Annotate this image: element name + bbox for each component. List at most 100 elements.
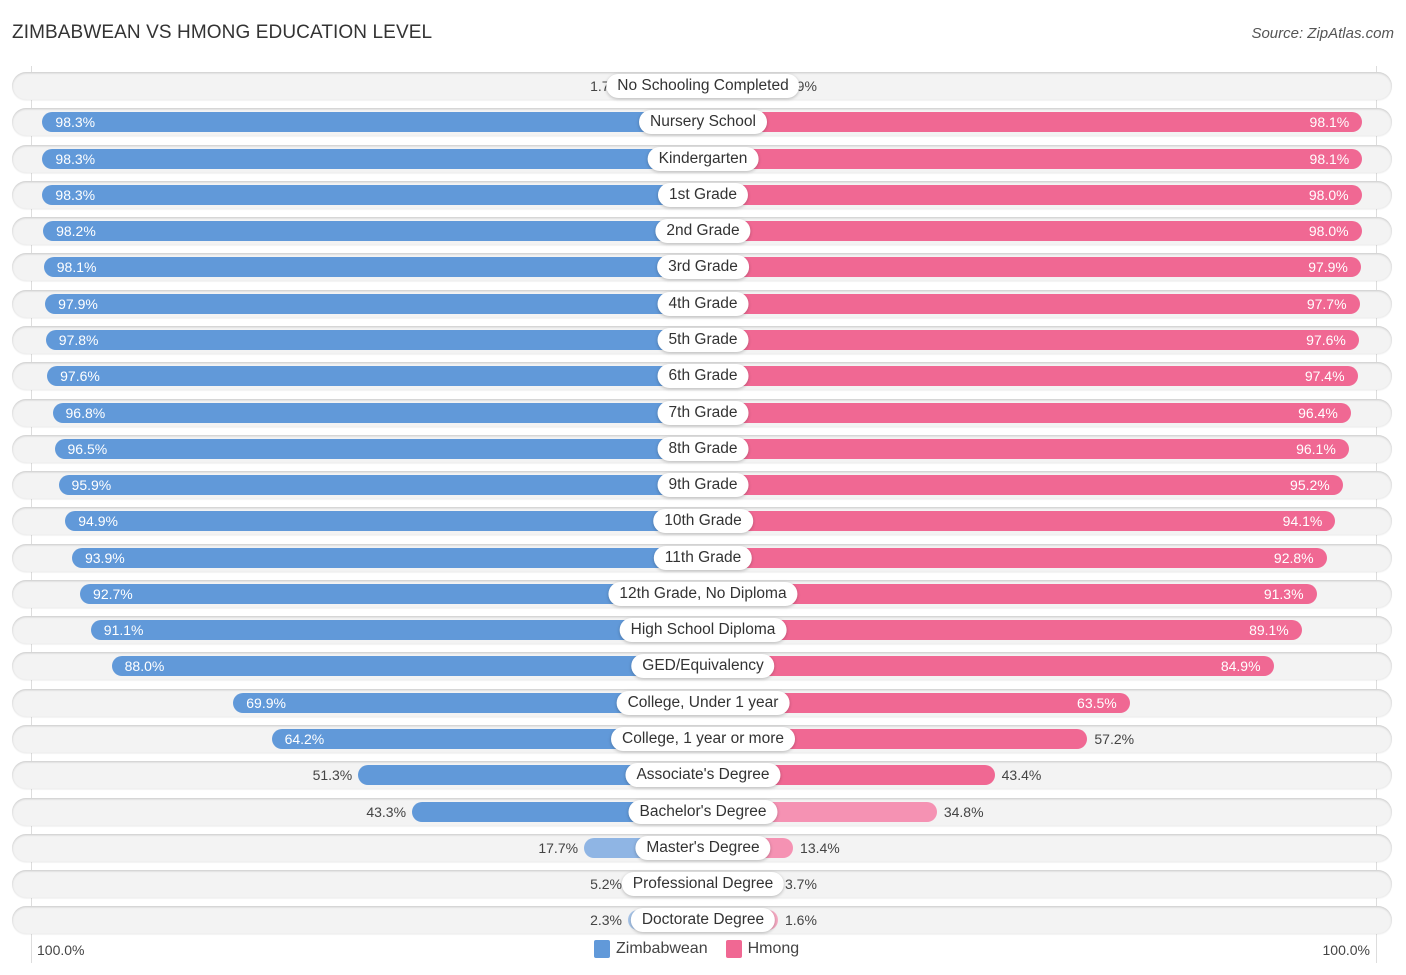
bar-hmong[interactable]: [703, 438, 1349, 459]
category-label: College, 1 year or more: [611, 727, 795, 752]
bar-zimbabwean[interactable]: [58, 475, 703, 496]
value-label-zimbabwean: 43.3%: [366, 803, 407, 820]
value-label-hmong: 43.4%: [1001, 767, 1042, 784]
value-label-zimbabwean: 2.3%: [590, 912, 622, 929]
category-label: 9th Grade: [657, 473, 749, 498]
bar-hmong[interactable]: [703, 257, 1361, 278]
category-label: 3rd Grade: [657, 255, 749, 280]
category-label: 10th Grade: [653, 509, 753, 534]
value-label-zimbabwean: 98.2%: [56, 223, 96, 240]
bar-zimbabwean[interactable]: [52, 402, 703, 423]
category-label: 6th Grade: [657, 364, 749, 389]
bar-zimbabwean[interactable]: [65, 511, 703, 532]
category-label: Doctorate Degree: [630, 908, 776, 933]
category-label: 8th Grade: [657, 436, 749, 461]
value-label-hmong: 97.9%: [1308, 259, 1348, 276]
value-label-hmong: 98.0%: [1308, 186, 1349, 203]
value-label-zimbabwean: 94.9%: [78, 513, 118, 530]
value-label-zimbabwean: 98.3%: [55, 150, 96, 167]
category-label: 11th Grade: [653, 545, 753, 570]
value-label-hmong: 97.4%: [1304, 368, 1345, 385]
value-label-zimbabwean: 91.1%: [103, 622, 144, 639]
category-label: Nursery School: [639, 110, 767, 135]
category-label: GED/Equivalency: [631, 654, 775, 679]
value-label-zimbabwean: 97.6%: [60, 368, 100, 385]
legend-swatch-zimbabwean: [594, 940, 610, 958]
value-label-hmong: 98.1%: [1309, 114, 1350, 131]
bar-hmong[interactable]: [703, 184, 1362, 205]
value-label-zimbabwean: 96.8%: [65, 404, 106, 421]
category-label: Associate's Degree: [625, 763, 781, 788]
category-label: Professional Degree: [621, 872, 785, 897]
value-label-hmong: 57.2%: [1094, 731, 1135, 748]
value-label-hmong: 94.1%: [1282, 513, 1323, 530]
axis-label-right: 100.0%: [1322, 942, 1370, 958]
value-label-zimbabwean: 88.0%: [124, 658, 165, 675]
category-label: 4th Grade: [657, 291, 749, 316]
value-label-zimbabwean: 93.9%: [84, 549, 125, 566]
value-label-hmong: 96.1%: [1296, 440, 1336, 457]
bar-hmong[interactable]: [703, 366, 1358, 387]
category-label: Master's Degree: [635, 835, 771, 860]
bar-zimbabwean[interactable]: [71, 547, 703, 568]
category-label: 1st Grade: [657, 182, 749, 207]
bar-hmong[interactable]: [703, 511, 1336, 532]
bar-zimbabwean[interactable]: [43, 221, 703, 242]
value-label-hmong: 98.0%: [1308, 223, 1349, 240]
bar-hmong[interactable]: [703, 547, 1327, 568]
bar-hmong[interactable]: [703, 293, 1360, 314]
value-label-zimbabwean: 98.1%: [56, 259, 97, 276]
value-label-hmong: 91.3%: [1263, 585, 1304, 602]
axis-label-left: 100.0%: [37, 942, 85, 958]
value-label-zimbabwean: 64.2%: [284, 731, 325, 748]
legend-label-zimbabwean: Zimbabwean: [616, 940, 708, 957]
value-label-hmong: 13.4%: [800, 839, 840, 856]
category-label: 7th Grade: [657, 400, 749, 425]
value-label-zimbabwean: 5.2%: [590, 876, 622, 893]
category-label: 5th Grade: [657, 327, 749, 352]
value-label-zimbabwean: 51.3%: [312, 767, 353, 784]
value-label-hmong: 92.8%: [1273, 549, 1314, 566]
bar-zimbabwean[interactable]: [45, 329, 703, 350]
bar-hmong[interactable]: [703, 620, 1302, 641]
legend-item-hmong[interactable]: Hmong: [725, 940, 800, 958]
category-label: Kindergarten: [647, 146, 759, 171]
value-label-hmong: 34.8%: [943, 803, 984, 820]
value-label-hmong: 63.5%: [1077, 694, 1117, 711]
bar-zimbabwean[interactable]: [54, 438, 703, 459]
value-label-hmong: 96.4%: [1298, 404, 1338, 421]
value-label-zimbabwean: 98.3%: [55, 114, 96, 131]
value-label-hmong: 84.9%: [1220, 658, 1261, 675]
bar-hmong[interactable]: [703, 656, 1274, 677]
value-label-zimbabwean: 92.7%: [93, 585, 133, 602]
bar-hmong[interactable]: [703, 402, 1351, 423]
bar-hmong[interactable]: [703, 221, 1362, 242]
bar-zimbabwean[interactable]: [42, 184, 703, 205]
value-label-zimbabwean: 95.9%: [71, 477, 112, 494]
bar-hmong[interactable]: [703, 112, 1363, 133]
bar-hmong[interactable]: [703, 329, 1359, 350]
bar-zimbabwean[interactable]: [42, 112, 703, 133]
bar-zimbabwean[interactable]: [90, 620, 703, 641]
category-label: Bachelor's Degree: [628, 799, 778, 824]
value-label-zimbabwean: 69.9%: [246, 694, 286, 711]
chart-area: 1.7%1.9%No Schooling Completed98.3%98.1%…: [0, 0, 1406, 975]
value-label-hmong: 95.2%: [1290, 477, 1330, 494]
bar-zimbabwean[interactable]: [47, 366, 703, 387]
legend-label-hmong: Hmong: [747, 940, 800, 957]
value-label-hmong: 98.1%: [1309, 150, 1350, 167]
bar-zimbabwean[interactable]: [45, 293, 703, 314]
legend: Zimbabwean Hmong: [594, 940, 817, 958]
bar-zimbabwean[interactable]: [43, 257, 703, 278]
bar-hmong[interactable]: [703, 148, 1363, 169]
bar-zimbabwean[interactable]: [111, 656, 703, 677]
value-label-zimbabwean: 97.8%: [58, 331, 99, 348]
value-label-hmong: 89.1%: [1249, 622, 1289, 639]
bar-zimbabwean[interactable]: [42, 148, 703, 169]
value-label-zimbabwean: 96.5%: [67, 440, 108, 457]
category-label: High School Diploma: [619, 618, 787, 643]
bar-hmong[interactable]: [703, 475, 1343, 496]
category-label: 2nd Grade: [655, 219, 751, 244]
value-label-zimbabwean: 17.7%: [538, 839, 579, 856]
legend-item-zimbabwean[interactable]: Zimbabwean: [594, 940, 708, 958]
